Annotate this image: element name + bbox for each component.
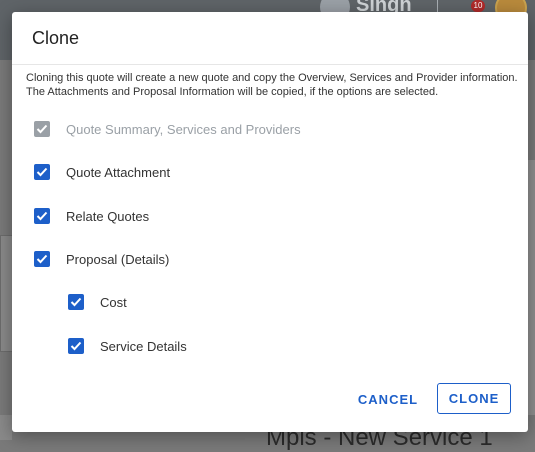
option-label: Service Details <box>100 338 187 354</box>
option-quote-summary: Quote Summary, Services and Providers <box>34 119 301 139</box>
option-label: Cost <box>100 294 127 310</box>
check-icon <box>70 341 82 351</box>
clone-dialog: Clone Cloning this quote will create a n… <box>12 12 528 432</box>
check-icon <box>36 254 48 264</box>
option-relate-quotes[interactable]: Relate Quotes <box>34 206 149 226</box>
option-label: Relate Quotes <box>66 208 150 224</box>
option-proposal-details[interactable]: Proposal (Details) <box>34 249 169 269</box>
option-service-details[interactable]: Service Details <box>68 336 187 356</box>
option-label: Quote Summary, Services and Providers <box>66 121 301 137</box>
notification-badge: 10 <box>471 0 485 12</box>
checkbox-proposal-details[interactable] <box>34 251 50 267</box>
clone-button[interactable]: CLONE <box>437 383 511 414</box>
checkbox-quote-attachment[interactable] <box>34 164 50 180</box>
background-panel-bottom-left <box>0 415 12 440</box>
check-icon <box>36 211 48 221</box>
dialog-description: Cloning this quote will create a new quo… <box>26 72 518 98</box>
cancel-button[interactable]: CANCEL <box>350 384 426 414</box>
option-quote-attachment[interactable]: Quote Attachment <box>34 162 170 182</box>
check-icon <box>36 167 48 177</box>
option-label: Proposal (Details) <box>66 251 170 267</box>
dialog-divider <box>12 64 528 65</box>
checkbox-service-details[interactable] <box>68 338 84 354</box>
background-panel-right <box>528 160 535 440</box>
checkbox-quote-summary <box>34 121 50 137</box>
dialog-title: Clone <box>32 28 80 48</box>
checkbox-relate-quotes[interactable] <box>34 208 50 224</box>
checkbox-cost[interactable] <box>68 294 84 310</box>
check-icon <box>70 297 82 307</box>
option-label: Quote Attachment <box>66 164 171 180</box>
option-cost[interactable]: Cost <box>68 292 127 312</box>
check-icon <box>36 124 48 134</box>
